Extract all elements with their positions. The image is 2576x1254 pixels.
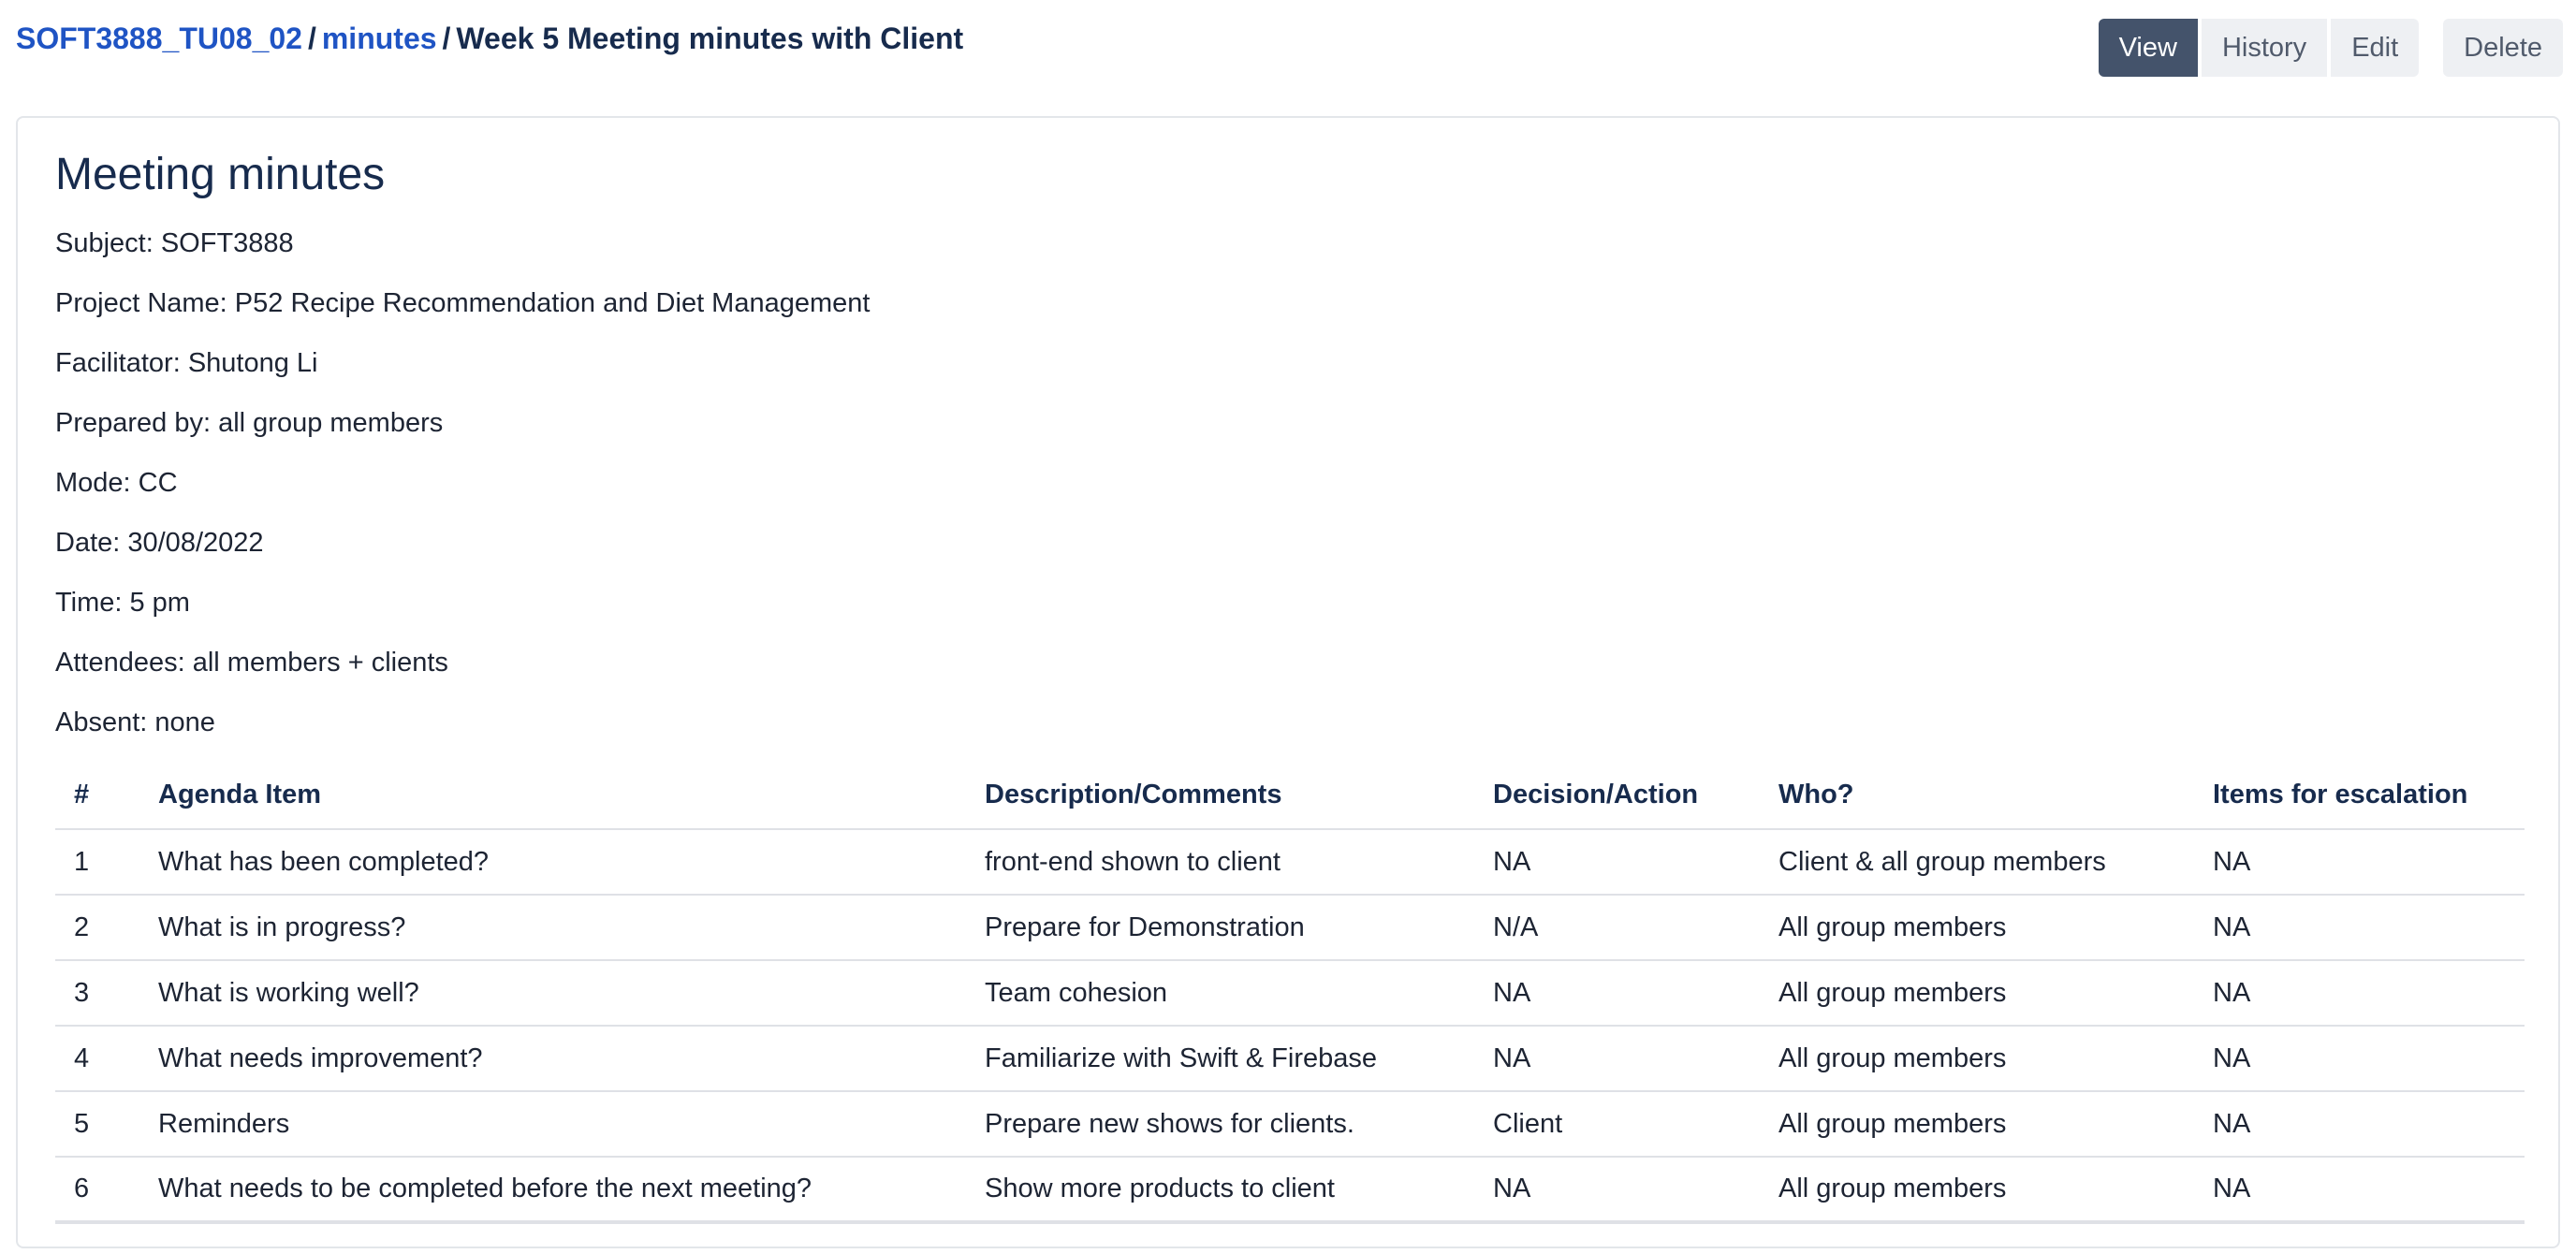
view-mode-group: View History Edit [2098,19,2420,77]
column-header-who: Who? [1760,764,2194,830]
column-header-decision: Decision/Action [1474,764,1760,830]
column-header-agenda-item: Agenda Item [139,764,966,830]
cell-number: 4 [55,1026,139,1092]
cell-agenda-item: What needs improvement? [139,1026,966,1092]
page-toolbar: View History Edit Delete [2098,19,2563,77]
cell-decision: NA [1474,1157,1760,1224]
meta-mode: Mode: CC [55,468,178,498]
cell-escalation: NA [2194,895,2525,961]
cell-decision: Client [1474,1091,1760,1158]
delete-button[interactable]: Delete [2443,19,2563,77]
cell-agenda-item: What is in progress? [139,895,966,961]
meta-attendees: Attendees: all members + clients [55,648,448,678]
meta-facilitator: Facilitator: Shutong Li [55,348,318,378]
column-header-escalation: Items for escalation [2194,764,2525,830]
meta-prepared-by: Prepared by: all group members [55,408,444,438]
cell-who: Client & all group members [1760,829,2194,896]
content-card: Meeting minutes Subject: SOFT3888 Projec… [16,116,2560,1248]
meta-time: Time: 5 pm [55,588,190,618]
cell-number: 2 [55,895,139,961]
cell-number: 3 [55,960,139,1027]
page-title: Meeting minutes [55,150,386,199]
cell-description: Familiarize with Swift & Firebase [966,1026,1474,1092]
table-row: 5 Reminders Prepare new shows for client… [55,1091,2525,1158]
cell-number: 6 [55,1157,139,1224]
breadcrumb-separator: / [442,22,451,55]
cell-description: Prepare for Demonstration [966,895,1474,961]
meta-subject: Subject: SOFT3888 [55,228,294,258]
cell-number: 1 [55,829,139,896]
cell-who: All group members [1760,960,2194,1027]
history-button[interactable]: History [2201,19,2328,77]
cell-who: All group members [1760,1157,2194,1224]
cell-decision: NA [1474,829,1760,896]
view-button[interactable]: View [2098,19,2198,77]
column-header-description: Description/Comments [966,764,1474,830]
meta-absent: Absent: none [55,707,215,737]
table-row: 4 What needs improvement? Familiarize wi… [55,1026,2525,1092]
table-row: 6 What needs to be completed before the … [55,1157,2525,1224]
cell-number: 5 [55,1091,139,1158]
edit-button[interactable]: Edit [2331,19,2420,77]
page-title-breadcrumb: Week 5 Meeting minutes with Client [456,22,964,55]
cell-escalation: NA [2194,1026,2525,1092]
breadcrumb-separator: / [307,22,316,55]
cell-description: Prepare new shows for clients. [966,1091,1474,1158]
cell-agenda-item: What needs to be completed before the ne… [139,1157,966,1224]
meta-date: Date: 30/08/2022 [55,528,264,558]
cell-decision: NA [1474,960,1760,1027]
cell-agenda-item: What is working well? [139,960,966,1027]
cell-agenda-item: Reminders [139,1091,966,1158]
breadcrumb-parent-link[interactable]: minutes [322,22,437,55]
cell-decision: N/A [1474,895,1760,961]
cell-who: All group members [1760,1026,2194,1092]
meta-project-name: Project Name: P52 Recipe Recommendation … [55,288,871,318]
breadcrumb: SOFT3888_TU08_02/minutes / Week 5 Meeting … [16,17,963,60]
cell-who: All group members [1760,1091,2194,1158]
cell-description: front-end shown to client [966,829,1474,896]
column-header-number: # [55,764,139,830]
table-row: 2 What is in progress? Prepare for Demon… [55,895,2525,961]
cell-escalation: NA [2194,1157,2525,1224]
content-body: Meeting minutes Subject: SOFT3888 Projec… [55,146,2525,1224]
cell-agenda-item: What has been completed? [139,829,966,896]
table-header-row: # Agenda Item Description/Comments Decis… [55,764,2525,830]
cell-escalation: NA [2194,960,2525,1027]
table-row: 3 What is working well? Team cohesion NA… [55,960,2525,1027]
cell-decision: NA [1474,1026,1760,1092]
agenda-table: # Agenda Item Description/Comments Decis… [55,764,2525,1224]
table-row: 1 What has been completed? front-end sho… [55,829,2525,896]
cell-description: Team cohesion [966,960,1474,1027]
cell-description: Show more products to client [966,1157,1474,1224]
cell-escalation: NA [2194,1091,2525,1158]
cell-escalation: NA [2194,829,2525,896]
cell-who: All group members [1760,895,2194,961]
breadcrumb-space-link[interactable]: SOFT3888_TU08_02 [16,22,302,55]
